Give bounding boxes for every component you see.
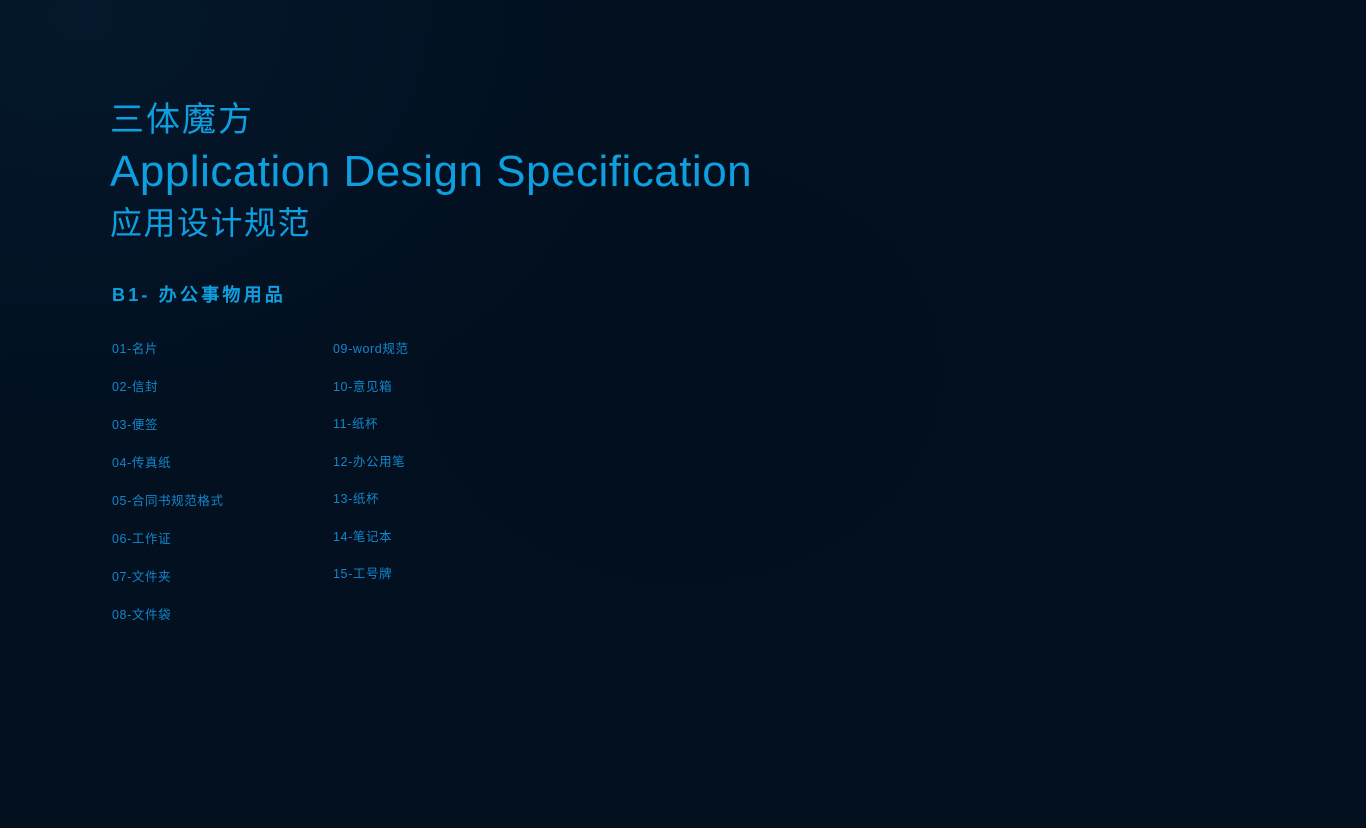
index-item[interactable]: 06-工作证 (112, 531, 322, 548)
index-item[interactable]: 05-合同书规范格式 (112, 493, 322, 510)
slide-page: 三体魔方 Application Design Specification 应用… (0, 0, 1366, 828)
index-item[interactable]: 12-办公用笔 (333, 454, 533, 471)
index-item[interactable]: 03-便签 (112, 417, 322, 434)
document-title-cn: 应用设计规范 (110, 205, 312, 241)
index-item[interactable]: 02-信封 (112, 379, 322, 396)
index-column-left: 01-名片 02-信封 03-便签 04-传真纸 05-合同书规范格式 06-工作证 07-… (112, 341, 322, 624)
index-item[interactable]: 15-工号牌 (333, 566, 533, 583)
index-column-right: 09-word规范 10-意见箱 11-纸杯 12-办公用笔 13-纸杯 14-笔记本 15… (333, 341, 533, 583)
index-item[interactable]: 07-文件夹 (112, 569, 322, 586)
index-item[interactable]: 10-意见箱 (333, 379, 533, 396)
index-item[interactable]: 13-纸杯 (333, 491, 533, 508)
index-item[interactable]: 04-传真纸 (112, 455, 322, 472)
index-item[interactable]: 11-纸杯 (333, 416, 533, 433)
document-title-en: Application Design Specification (110, 147, 753, 196)
index-item[interactable]: 14-笔记本 (333, 529, 533, 546)
index-item[interactable]: 09-word规范 (333, 341, 533, 358)
brand-name-cn: 三体魔方 (110, 101, 254, 139)
index-item[interactable]: 01-名片 (112, 341, 322, 358)
index-item[interactable]: 08-文件袋 (112, 607, 322, 624)
title-block: 三体魔方 Application Design Specification 应用… (110, 98, 1210, 245)
section-heading: B1- 办公事物用品 (112, 285, 287, 305)
